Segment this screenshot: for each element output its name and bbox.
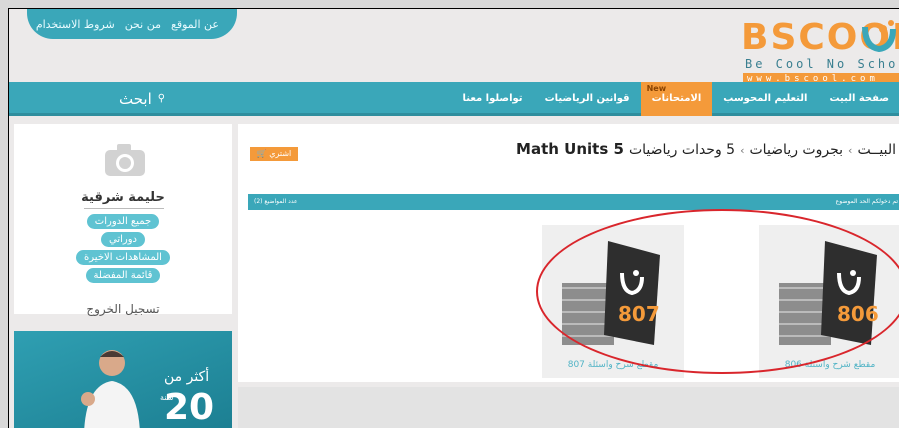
divider [84, 208, 164, 209]
logo-tagline: Be Cool No School [745, 57, 899, 71]
page-frame: عن الموقع من نحن شروط الاستخدام BSCOOL B… [8, 8, 899, 428]
site-logo[interactable]: BSCOOL Be Cool No School www.bscool.com [739, 17, 899, 89]
topics-status: تم دخولكم الحد الموضوع [835, 198, 898, 205]
breadcrumb-section[interactable]: بجروت رياضيات [750, 142, 844, 158]
search-icon: ⚲ [157, 93, 166, 104]
promo-number: 20 [164, 387, 215, 428]
content-footer-strip [238, 387, 899, 428]
nav-exams[interactable]: New الامتحانات [640, 82, 713, 116]
menu-recent-views[interactable]: المشاهدات الاخيرة [76, 250, 170, 265]
top-links-bar: عن الموقع من نحن شروط الاستخدام [27, 9, 237, 39]
page-title-en: 5 Math Units [516, 140, 624, 158]
buy-button[interactable]: 🛒 اشتري [250, 147, 298, 161]
menu-my-courses[interactable]: دوراتي [100, 232, 145, 247]
user-menu: جميع الدورات دوراتي المشاهدات الاخيرة قا… [14, 214, 232, 283]
search-button[interactable]: ⚲ ابحث [119, 82, 165, 116]
logo-mark-icon [862, 20, 896, 53]
menu-all-courses[interactable]: جميع الدورات [86, 214, 160, 229]
teacher-photo [81, 350, 140, 428]
main-navbar: صفحة البيت التعليم المحوسب New الامتحانا… [9, 82, 899, 116]
user-sidebar: حليمة شرقية جميع الدورات دوراتي المشاهدا… [14, 124, 232, 316]
top-link-who[interactable]: من نحن [125, 18, 161, 31]
nav-contact[interactable]: تواصلوا معنا [452, 82, 534, 116]
promo-text: أكثر من [164, 369, 210, 385]
nav-computerized-learning[interactable]: التعليم المحوسب [712, 82, 818, 116]
menu-favorites[interactable]: قائمة المفضلة [85, 268, 161, 283]
breadcrumb: البيــت › بجروت رياضيات › 5 وحدات رياضيا… [516, 140, 896, 158]
top-link-about[interactable]: عن الموقع [171, 18, 219, 31]
logout-link[interactable]: تسجيل الخروج [14, 302, 232, 316]
nav-home[interactable]: صفحة البيت [818, 82, 899, 116]
nav-math-laws[interactable]: قوانين الرياضيات [534, 82, 641, 116]
breadcrumb-home[interactable]: البيــت [857, 142, 896, 158]
topics-bar: عدد المواضيع (2) تم دخولكم الحد الموضوع [248, 194, 899, 210]
highlight-circle [536, 209, 899, 374]
breadcrumb-current: 5 وحدات رياضيات [628, 142, 736, 158]
user-name: حليمة شرقية [81, 190, 165, 205]
top-link-terms[interactable]: شروط الاستخدام [36, 18, 115, 31]
promo-banner[interactable]: أكثر من سنة 20 [14, 331, 232, 428]
topics-count: عدد المواضيع (2) [254, 198, 298, 205]
search-label: ابحث [119, 90, 152, 108]
camera-icon[interactable] [103, 142, 147, 178]
new-badge: New [646, 84, 667, 93]
